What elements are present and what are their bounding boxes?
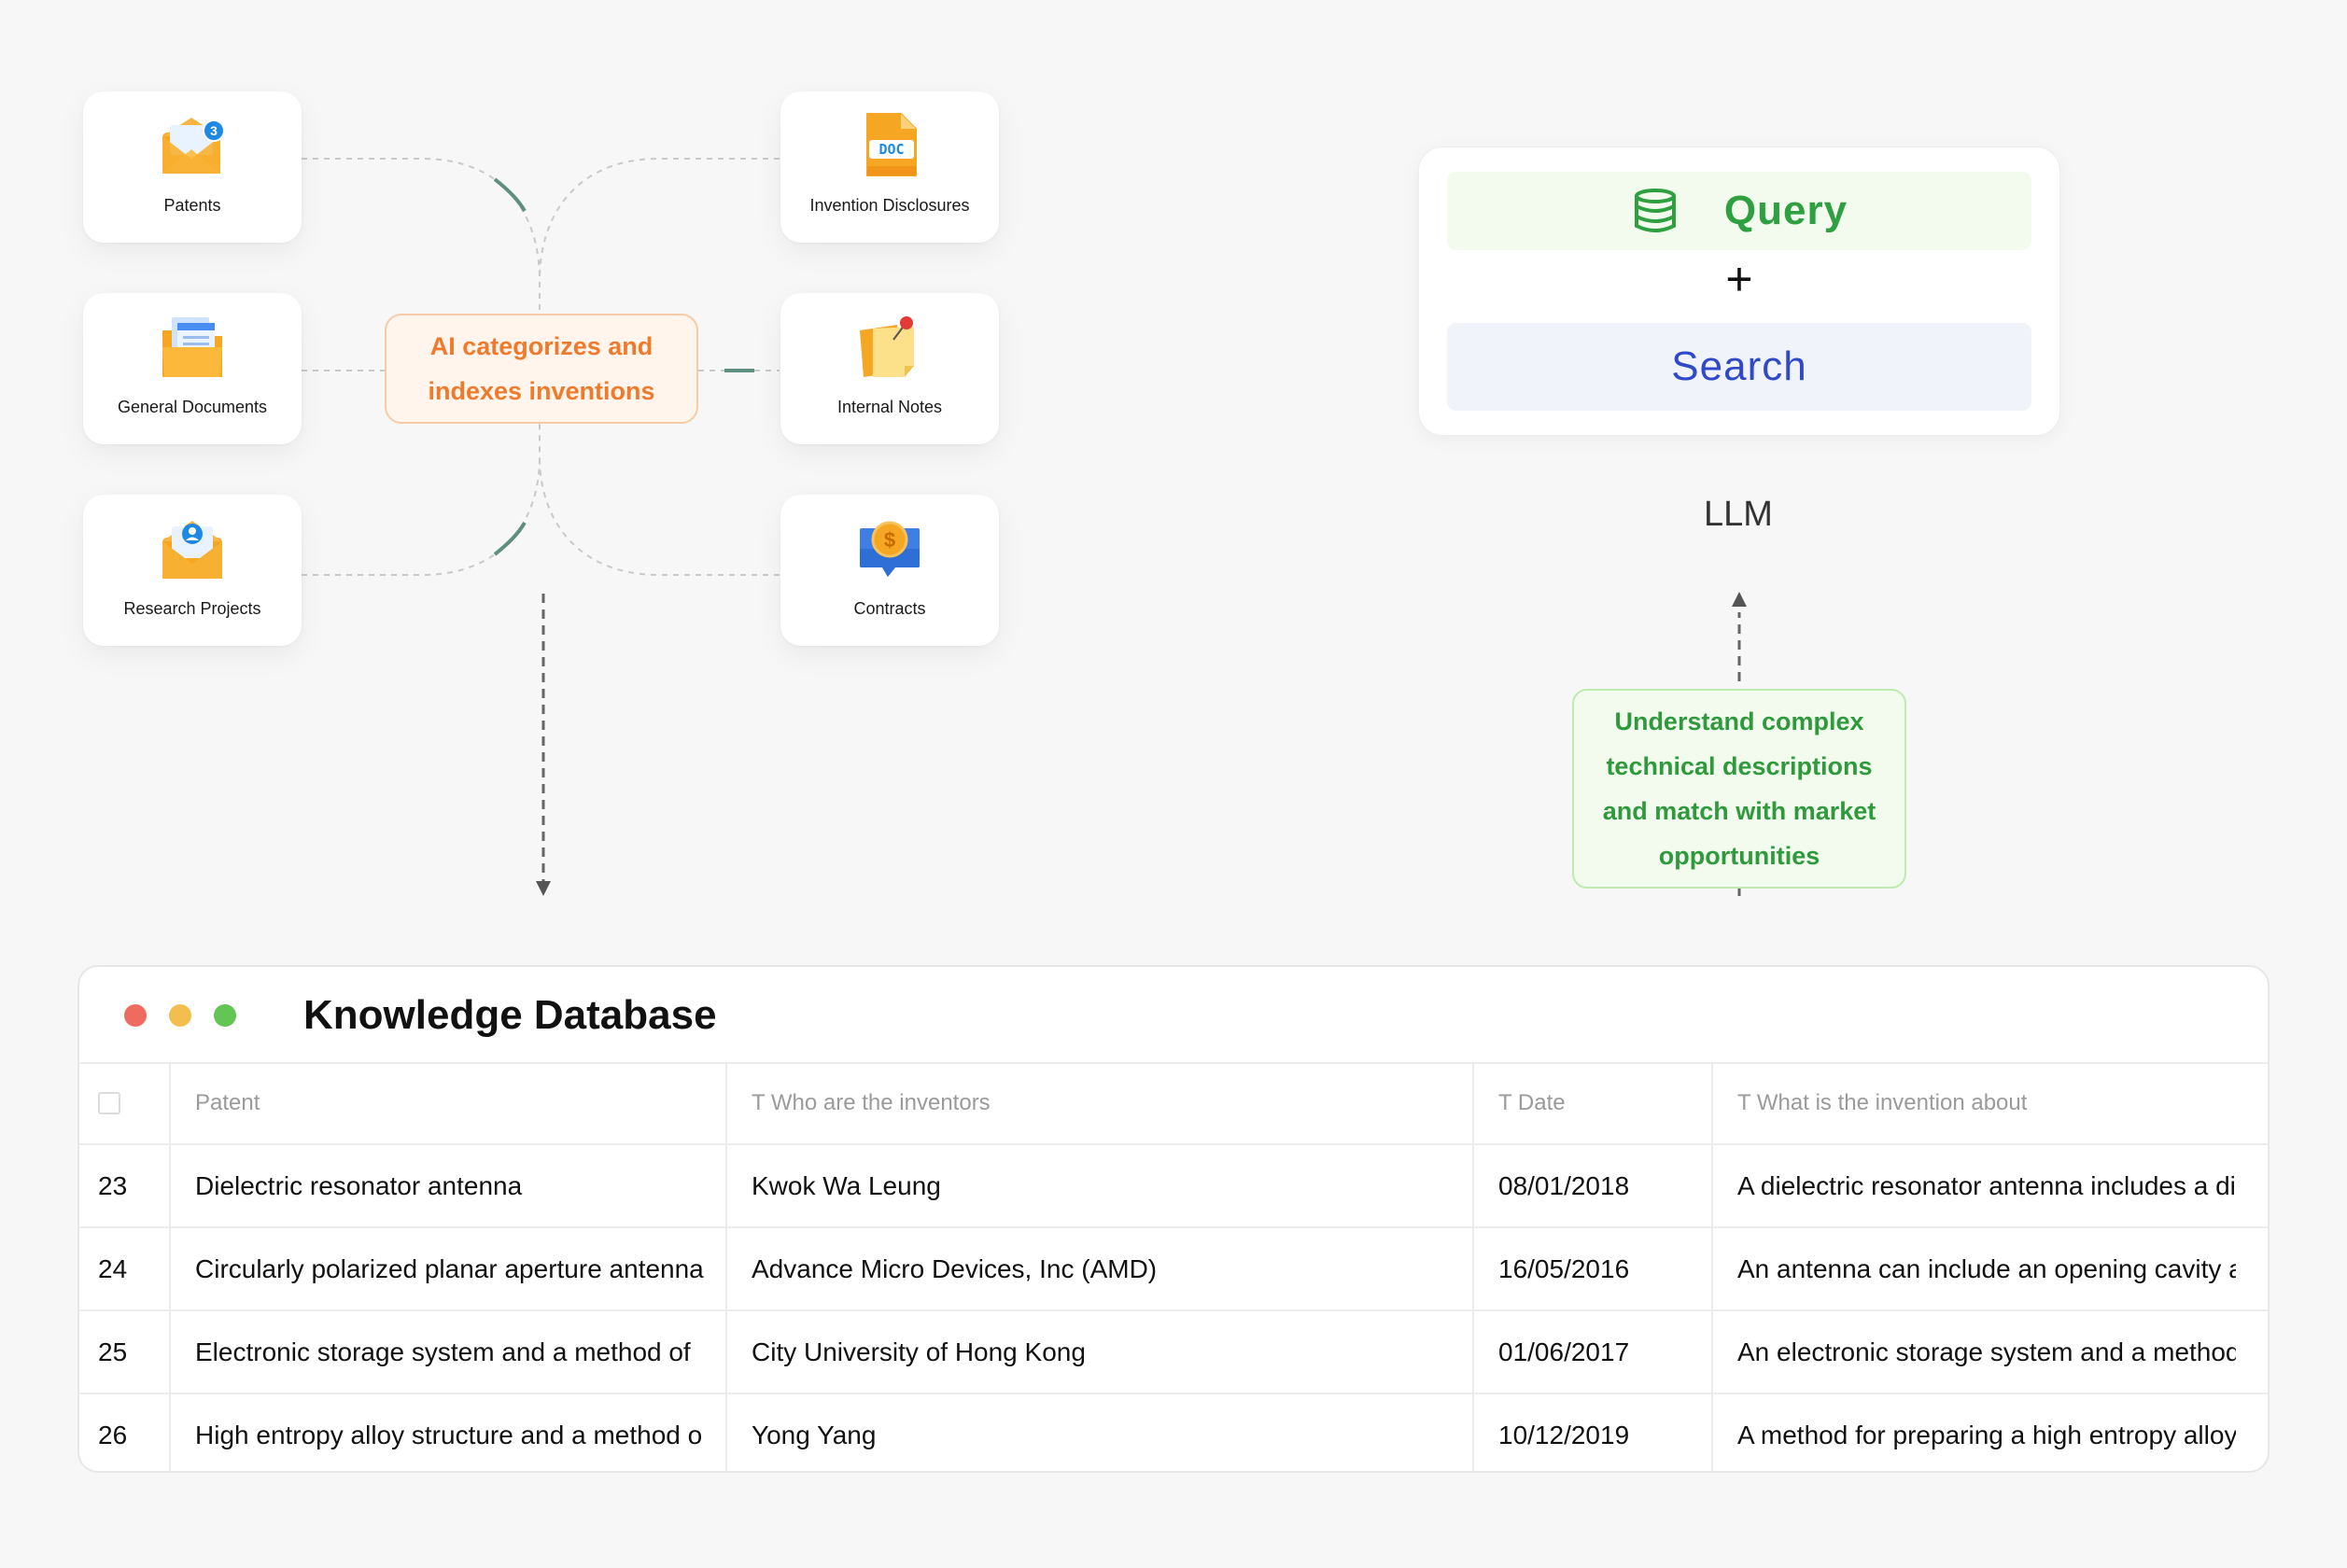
window-title-bar: Knowledge Database	[79, 967, 2268, 1064]
sticky-note-icon	[852, 310, 927, 385]
money-chat-icon: $	[852, 511, 927, 586]
row-patent[interactable]: Dielectric resonator antenna	[171, 1145, 727, 1226]
understand-line4: opportunities	[1658, 842, 1820, 870]
row-id: 23	[79, 1145, 171, 1226]
understand-box: Understand complex technical description…	[1572, 689, 1906, 889]
row-patent[interactable]: High entropy alloy structure and a metho…	[171, 1394, 727, 1471]
row-id: 26	[79, 1394, 171, 1471]
row-id: 25	[79, 1311, 171, 1393]
diagram-canvas: 3 Patents General Documents Research Pro…	[0, 0, 2347, 1568]
column-header-date[interactable]: T Date	[1474, 1062, 1713, 1143]
knowledge-database-window: Knowledge Database Patent T Who are the …	[77, 965, 2270, 1473]
database-icon	[1634, 189, 1676, 232]
doc-badge: DOC	[878, 141, 904, 158]
source-card-contracts: $ Contracts	[780, 495, 999, 646]
doc-file-icon: DOC	[852, 108, 927, 183]
maximize-window-button[interactable]	[214, 1004, 236, 1027]
column-header-inventors[interactable]: T Who are the inventors	[727, 1062, 1474, 1143]
table-header-row: Patent T Who are the inventors T Date T …	[79, 1062, 2268, 1145]
row-patent[interactable]: Electronic storage system and a method o…	[171, 1311, 727, 1393]
row-inventors[interactable]: Advance Micro Devices, Inc (AMD)	[727, 1228, 1474, 1309]
source-label-internal-notes: Internal Notes	[836, 398, 943, 416]
understand-line2: technical descriptions	[1606, 752, 1873, 780]
ai-box-line2: indexes inventions	[428, 377, 655, 405]
table-row[interactable]: 24 Circularly polarized planar aperture …	[79, 1228, 2268, 1311]
row-inventors[interactable]: Yong Yang	[727, 1394, 1474, 1471]
row-date[interactable]: 16/05/2016	[1474, 1228, 1713, 1309]
row-about[interactable]: A method for preparing a high entropy al…	[1713, 1394, 2236, 1471]
llm-label: LLM	[1704, 495, 1773, 534]
row-about[interactable]: A dielectric resonator antenna includes …	[1713, 1145, 2236, 1226]
source-label-patents: Patents	[163, 196, 221, 215]
column-header-about[interactable]: T What is the invention about	[1713, 1062, 2236, 1143]
folder-documents-icon	[155, 310, 230, 385]
mail-badge-icon: 3	[155, 108, 230, 183]
table-row[interactable]: 23 Dielectric resonator antenna Kwok Wa …	[79, 1145, 2268, 1228]
row-id: 24	[79, 1228, 171, 1309]
source-label-invention-disclosures: Invention Disclosures	[809, 196, 970, 215]
source-card-research-projects: Research Projects	[83, 495, 302, 646]
row-about[interactable]: An electronic storage system and a metho…	[1713, 1311, 2236, 1393]
query-label: Query	[1723, 188, 1848, 233]
close-window-button[interactable]	[124, 1004, 147, 1027]
ai-categorize-box: AI categorizes and indexes inventions	[385, 314, 698, 424]
badge-count: 3	[210, 123, 218, 138]
row-patent[interactable]: Circularly polarized planar aperture ant…	[171, 1228, 727, 1309]
row-about[interactable]: An antenna can include an opening cavity…	[1713, 1228, 2236, 1309]
source-label-research-projects: Research Projects	[123, 599, 261, 618]
dollar-symbol: $	[884, 528, 895, 552]
row-inventors[interactable]: Kwok Wa Leung	[727, 1145, 1474, 1226]
table-row[interactable]: 26 High entropy alloy structure and a me…	[79, 1394, 2268, 1471]
mail-user-icon	[155, 511, 230, 586]
source-label-general-documents: General Documents	[117, 398, 268, 416]
source-card-internal-notes: Internal Notes	[780, 293, 999, 444]
query-block: Query	[1447, 172, 2031, 250]
database-title: Knowledge Database	[303, 992, 717, 1038]
source-card-general-documents: General Documents	[83, 293, 302, 444]
plus-sign: +	[1725, 253, 1753, 305]
database-table: Patent T Who are the inventors T Date T …	[79, 1062, 2268, 1471]
row-date[interactable]: 01/06/2017	[1474, 1311, 1713, 1393]
search-label: Search	[1447, 323, 2031, 411]
row-date[interactable]: 10/12/2019	[1474, 1394, 1713, 1471]
source-label-contracts: Contracts	[853, 599, 926, 618]
column-header-patent[interactable]: Patent	[171, 1062, 727, 1143]
row-date[interactable]: 08/01/2018	[1474, 1145, 1713, 1226]
understand-line1: Understand complex	[1614, 707, 1864, 735]
minimize-window-button[interactable]	[169, 1004, 191, 1027]
source-card-patents: 3 Patents	[83, 91, 302, 243]
select-all-checkbox[interactable]	[98, 1091, 120, 1114]
row-inventors[interactable]: City University of Hong Kong	[727, 1311, 1474, 1393]
table-row[interactable]: 25 Electronic storage system and a metho…	[79, 1311, 2268, 1394]
select-all-cell	[79, 1062, 171, 1143]
understand-line3: and match with market	[1602, 797, 1876, 825]
source-card-invention-disclosures: DOC Invention Disclosures	[780, 91, 999, 243]
ai-box-line1: AI categorizes and	[429, 332, 654, 360]
query-search-panel: Query + Search	[1418, 147, 2060, 436]
